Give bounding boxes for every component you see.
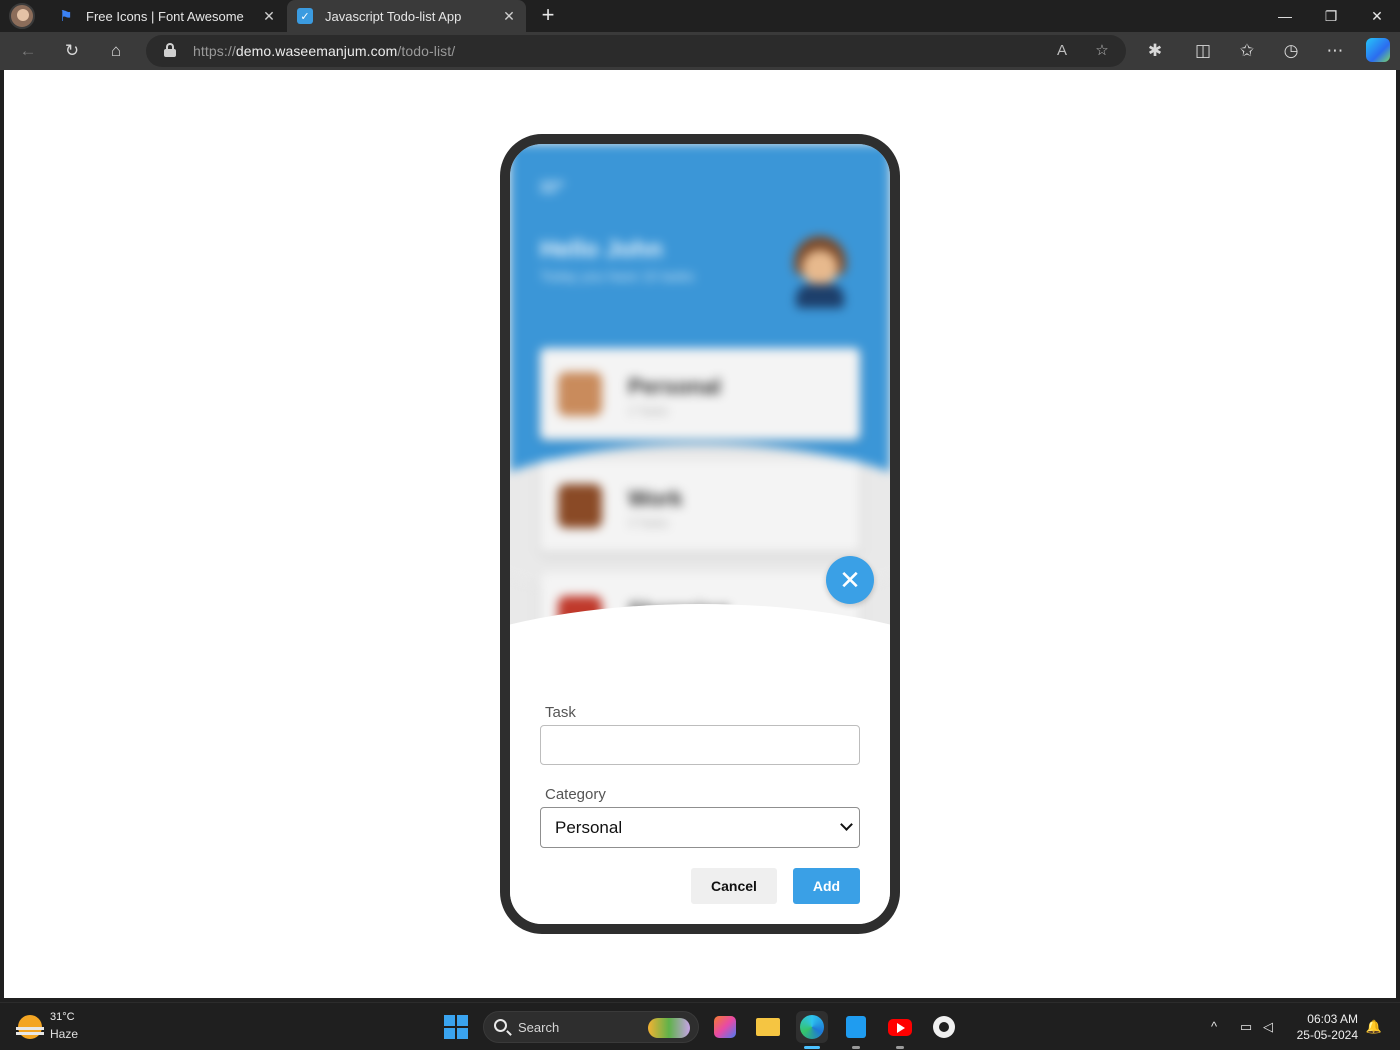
vscode-icon[interactable] (840, 1011, 872, 1049)
web-page: Hello John Today you have 10 tasks Perso… (4, 70, 1396, 998)
edge-browser-icon[interactable] (796, 1011, 828, 1049)
read-aloud-icon[interactable]: A (1050, 39, 1074, 63)
tab-font-awesome[interactable]: ⚑ Free Icons | Font Awesome ✕ (48, 0, 286, 32)
category-card-personal: Personal 2 Tasks (540, 348, 860, 440)
browser-toolbar: ← ↻ ⌂ https://demo.waseemanjum.com/todo-… (0, 32, 1400, 70)
close-x-icon: ✕ (839, 565, 861, 595)
ai-app-icon[interactable] (709, 1011, 741, 1043)
task-summary: Today you have 10 tasks (540, 268, 695, 284)
network-icon[interactable]: ▭ (1236, 1017, 1256, 1037)
task-label: Task (545, 704, 576, 721)
add-button[interactable]: Add (793, 868, 860, 904)
tab-title: Javascript Todo-list App (325, 8, 462, 24)
notification-bell-icon[interactable]: 🔔 (1364, 1017, 1384, 1037)
volume-icon[interactable]: ◁ (1258, 1017, 1278, 1037)
minimize-icon[interactable]: — (1262, 0, 1308, 32)
close-sheet-button[interactable]: ✕ (826, 556, 874, 604)
person-icon (558, 372, 602, 416)
address-bar[interactable]: https://demo.waseemanjum.com/todo-list/ … (146, 35, 1126, 67)
youtube-icon[interactable] (884, 1011, 916, 1049)
github-icon[interactable] (928, 1011, 960, 1043)
tab-todo-app[interactable]: ✓ Javascript Todo-list App ✕ (287, 0, 526, 32)
cancel-button[interactable]: Cancel (691, 868, 777, 904)
more-menu-icon[interactable]: ⋯ (1321, 37, 1349, 65)
history-icon[interactable]: ◷ (1277, 37, 1305, 65)
weather-condition[interactable]: Haze (50, 1027, 78, 1041)
show-hidden-icons-chevron-icon[interactable]: ^ (1204, 1017, 1224, 1037)
close-window-icon[interactable]: ✕ (1354, 0, 1400, 32)
back-arrow-icon[interactable]: ← (14, 37, 42, 65)
search-icon (494, 1019, 507, 1032)
tab-title: Free Icons | Font Awesome (86, 8, 244, 24)
system-clock[interactable]: 06:03 AM 25-05-2024 (1292, 1011, 1358, 1043)
split-screen-icon[interactable]: ◫ (1189, 37, 1217, 65)
windows-start-icon[interactable] (444, 1015, 468, 1039)
lock-icon[interactable] (164, 43, 176, 57)
weather-haze-icon[interactable] (16, 1015, 44, 1039)
taskbar-search[interactable]: Search (483, 1011, 699, 1043)
restore-icon[interactable]: ❐ (1308, 0, 1354, 32)
profile-avatar[interactable] (9, 3, 35, 29)
phone-frame: Hello John Today you have 10 tasks Perso… (500, 134, 900, 934)
chevron-down-icon (840, 818, 853, 831)
todo-check-icon: ✓ (297, 8, 313, 24)
user-avatar (790, 236, 850, 308)
new-tab-plus-icon[interactable]: + (536, 4, 560, 28)
category-selected-value: Personal (555, 818, 623, 837)
search-highlight-icon (648, 1018, 690, 1038)
favorite-star-icon[interactable]: ☆ (1090, 39, 1114, 63)
task-input[interactable] (540, 725, 860, 765)
windows-taskbar: 31°C Haze Search ^ ▭ ◁ 06:03 AM 25-05-20… (0, 1002, 1400, 1050)
category-select[interactable]: Personal (540, 807, 860, 848)
font-awesome-flag-icon: ⚑ (59, 8, 73, 25)
greeting: Hello John (540, 236, 663, 263)
url-text[interactable]: https://demo.waseemanjum.com/todo-list/ (193, 43, 455, 59)
search-placeholder: Search (518, 1020, 560, 1035)
browser-tab-strip: ⚑ Free Icons | Font Awesome ✕ ✓ Javascri… (0, 0, 1400, 32)
refresh-icon[interactable]: ↻ (58, 37, 86, 65)
briefcase-icon (558, 484, 602, 528)
close-tab-icon[interactable]: ✕ (258, 8, 280, 25)
weather-temperature[interactable]: 31°C (50, 1011, 75, 1023)
home-icon[interactable]: ⌂ (102, 37, 130, 65)
close-tab-icon[interactable]: ✕ (498, 8, 520, 25)
extensions-icon[interactable]: ✱ (1141, 37, 1169, 65)
hamburger-menu-icon (540, 182, 564, 200)
favorites-icon[interactable]: ✩ (1233, 37, 1261, 65)
file-explorer-icon[interactable] (752, 1011, 784, 1043)
category-label: Category (545, 786, 606, 803)
category-card-work: Work 3 Tasks (540, 460, 860, 552)
copilot-icon[interactable] (1366, 38, 1390, 62)
